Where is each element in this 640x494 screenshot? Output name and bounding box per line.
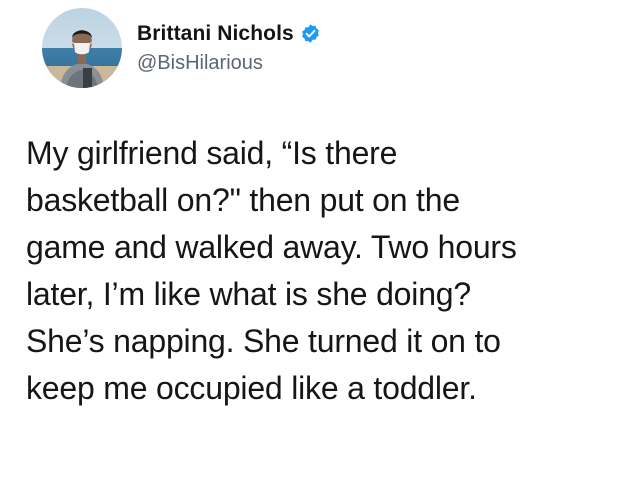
tweet-text-line: She’s napping. She turned it on to <box>26 323 501 359</box>
avatar[interactable] <box>42 8 122 88</box>
tweet-text-line: game and walked away. Two hours <box>26 229 517 265</box>
tweet-text-line: My girlfriend said, “Is there <box>26 135 398 171</box>
tweet-header: Brittani Nichols @BisHilarious <box>42 0 321 96</box>
display-name[interactable]: Brittani Nichols <box>137 23 294 44</box>
tweet-text-line: later, I’m like what is she doing? <box>26 276 471 312</box>
tweet-text-line: keep me occupied like a toddler. <box>26 370 477 406</box>
verified-badge-icon <box>300 23 321 44</box>
user-handle[interactable]: @BisHilarious <box>137 53 321 73</box>
tweet-card: Brittani Nichols @BisHilarious My girlfr… <box>0 0 640 494</box>
avatar-photo <box>42 8 122 88</box>
name-row: Brittani Nichols <box>137 23 321 44</box>
tweet-text: My girlfriend said, “Is there basketball… <box>26 130 626 412</box>
tweet-text-line: basketball on?" then put on the <box>26 182 460 218</box>
author-identity: Brittani Nichols @BisHilarious <box>137 23 321 73</box>
